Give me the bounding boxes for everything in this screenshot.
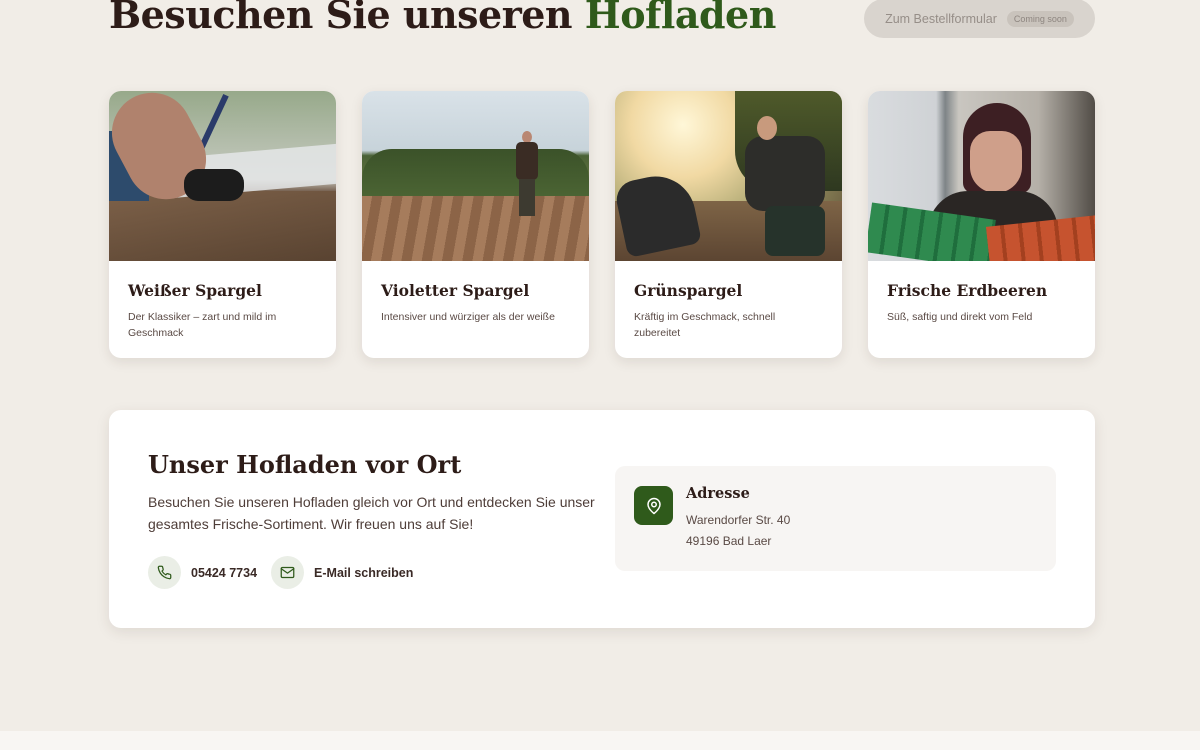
product-title: Frische Erdbeeren bbox=[887, 281, 1048, 300]
address-street: Warendorfer Str. 40 bbox=[686, 513, 791, 527]
phone-number: 05424 7734 bbox=[191, 565, 258, 580]
product-cards: Weißer Spargel Der Klassiker – zart und … bbox=[109, 91, 1095, 358]
product-card-strawberries[interactable]: Frische Erdbeeren Süß, saftig und direkt… bbox=[868, 91, 1095, 358]
mail-icon bbox=[271, 556, 305, 589]
address-city: 49196 Bad Laer bbox=[686, 534, 772, 548]
product-description: Süß, saftig und direkt vom Feld bbox=[887, 311, 1033, 323]
phone-link[interactable]: 05424 7734 bbox=[148, 556, 257, 589]
product-description: Kräftig im Geschmack, schnell zubereitet bbox=[634, 311, 776, 339]
email-label: E-Mail schreiben bbox=[314, 565, 414, 580]
product-description: Der Klassiker – zart und mild im Geschma… bbox=[128, 311, 277, 339]
contact-links: 05424 7734 E-Mail schreiben bbox=[148, 556, 427, 589]
white-asparagus-image bbox=[109, 91, 336, 261]
farm-shop-title: Unser Hofladen vor Ort bbox=[148, 450, 462, 479]
page-title-accent: Hofladen bbox=[584, 0, 777, 37]
order-form-button-label: Zum Bestellformular bbox=[885, 11, 997, 26]
phone-icon bbox=[148, 556, 181, 589]
order-form-button[interactable]: Zum Bestellformular Coming soon bbox=[864, 0, 1095, 38]
page-title: Besuchen Sie unseren Hofladen bbox=[109, 0, 776, 37]
email-link[interactable]: E-Mail schreiben bbox=[271, 556, 413, 589]
farm-shop-panel: Unser Hofladen vor Ort Besuchen Sie unse… bbox=[109, 410, 1095, 628]
product-title: Grünspargel bbox=[634, 281, 743, 300]
map-pin-icon bbox=[634, 486, 673, 525]
violet-asparagus-image bbox=[362, 91, 589, 261]
coming-soon-badge: Coming soon bbox=[1006, 10, 1074, 27]
green-asparagus-image bbox=[615, 91, 842, 261]
product-card-violet-asparagus[interactable]: Violetter Spargel Intensiver und würzige… bbox=[362, 91, 589, 358]
product-title: Violetter Spargel bbox=[381, 281, 530, 300]
product-card-green-asparagus[interactable]: Grünspargel Kräftig im Geschmack, schnel… bbox=[615, 91, 842, 358]
page-title-main: Besuchen Sie unseren bbox=[109, 0, 573, 37]
farm-shop-description: Besuchen Sie unseren Hofladen gleich vor… bbox=[148, 494, 595, 532]
strawberries-image bbox=[868, 91, 1095, 261]
address-box: Adresse Warendorfer Str. 40 49196 Bad La… bbox=[615, 466, 1056, 571]
product-card-white-asparagus[interactable]: Weißer Spargel Der Klassiker – zart und … bbox=[109, 91, 336, 358]
product-description: Intensiver und würziger als der weiße bbox=[381, 311, 555, 323]
footer-edge bbox=[0, 731, 1200, 750]
address-heading: Adresse bbox=[686, 485, 750, 502]
product-title: Weißer Spargel bbox=[128, 281, 262, 300]
